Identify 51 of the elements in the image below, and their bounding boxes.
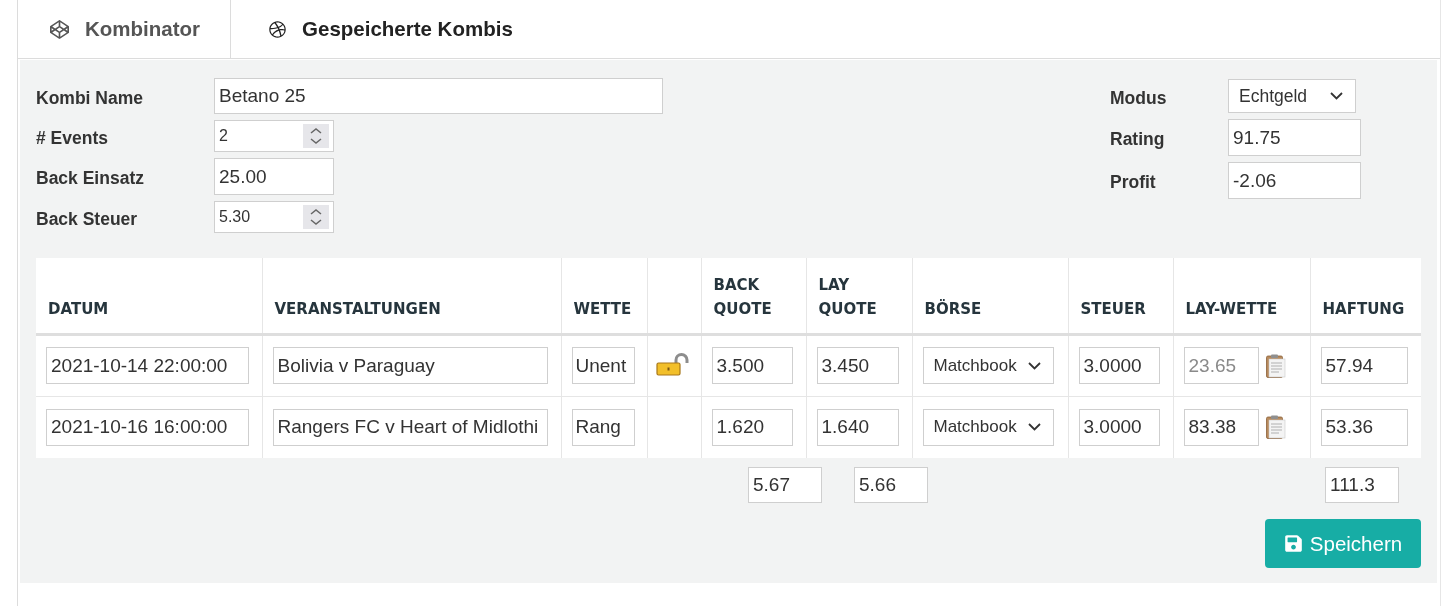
column-header: WETTE [561, 258, 647, 334]
stepper-icon[interactable] [303, 205, 329, 229]
total-field[interactable]: 5.66 [854, 467, 928, 503]
column-header: STEUER [1068, 258, 1173, 334]
commission-field[interactable]: 3.0000 [1078, 408, 1160, 446]
field-label: # Events [36, 126, 109, 149]
dropdown-select[interactable]: Echtgeld [1228, 79, 1356, 113]
date-field[interactable]: 2021-10-14 22:00:00 [46, 347, 249, 384]
text-field[interactable]: 91.75 [1228, 119, 1361, 156]
total-field[interactable]: 111.3 [1325, 467, 1399, 503]
exchange-select[interactable]: Matchbook [922, 408, 1054, 446]
odds-field[interactable]: 1.620 [711, 408, 793, 446]
column-header: LAY-WETTE [1173, 258, 1310, 334]
stepper-icon[interactable] [303, 124, 329, 148]
bet-field[interactable]: Rang [571, 408, 635, 446]
lay-stake-field[interactable]: 83.38 [1183, 408, 1259, 446]
liability-field[interactable]: 53.36 [1320, 408, 1408, 446]
text-field[interactable]: -2.06 [1228, 162, 1361, 199]
column-header: VERANSTALTUNGEN [262, 258, 561, 334]
event-field[interactable]: Bolivia v Paraguay [272, 347, 548, 384]
column-header: BACK QUOTE [701, 258, 806, 334]
column-header: LAY QUOTE [806, 258, 912, 334]
clipboard-icon[interactable] [1265, 353, 1286, 378]
odds-field[interactable]: 3.450 [816, 347, 899, 384]
open-padlock-icon[interactable] [655, 351, 689, 376]
event-field[interactable]: Rangers FC v Heart of Midlothi [272, 408, 548, 446]
column-header: DATUM [36, 258, 262, 334]
chevron-down-icon [1027, 423, 1041, 432]
date-field[interactable]: 2021-10-16 16:00:00 [46, 408, 249, 446]
field-label: Modus [1110, 86, 1168, 109]
text-field[interactable]: Betano 25 [214, 78, 663, 114]
exchange-select[interactable]: Matchbook [922, 347, 1054, 384]
field-label: Back Steuer [36, 207, 139, 230]
field-label: Back Einsatz [36, 167, 145, 189]
total-field[interactable]: 5.67 [748, 467, 822, 503]
column-header: HAFTUNG [1310, 258, 1421, 334]
column-header: BÖRSE [912, 258, 1068, 334]
commission-field[interactable]: 3.0000 [1078, 347, 1160, 384]
bet-field[interactable]: Unent [571, 347, 635, 384]
save-icon [1283, 534, 1303, 553]
field-label: Profit [1110, 171, 1157, 193]
odds-field[interactable]: 3.500 [711, 347, 793, 384]
liability-field[interactable]: 57.94 [1320, 347, 1408, 384]
chevron-down-icon [1330, 92, 1343, 100]
clipboard-icon[interactable] [1265, 415, 1286, 440]
field-label: Kombi Name [36, 86, 144, 109]
cube-icon [50, 19, 69, 39]
field-label: Rating [1110, 128, 1166, 150]
text-field[interactable]: 25.00 [214, 158, 334, 195]
odds-field[interactable]: 1.640 [816, 408, 899, 446]
chevron-down-icon [1027, 361, 1041, 370]
